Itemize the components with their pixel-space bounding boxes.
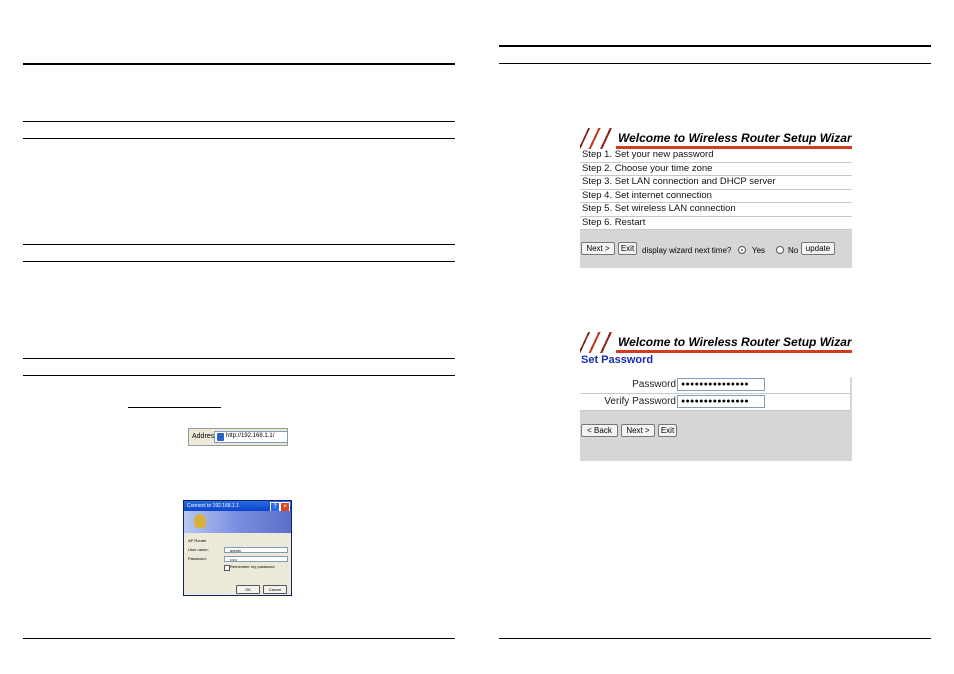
password-row: Password ●●●●●●●●●●●●●●●: [580, 377, 850, 394]
password-value: ●●●●●●●●●●●●●●●: [681, 381, 749, 388]
login-dialog: Connect to 192.168.1.1 ? × AP Router Use…: [183, 500, 292, 596]
left-header-rule: [23, 63, 455, 65]
password-label: Password:: [188, 556, 207, 561]
section-rule-3b: [23, 375, 455, 376]
section-rule-2a: [23, 244, 455, 245]
set-password-title: Set Password: [580, 353, 852, 368]
right-header-rule-2: [499, 63, 931, 64]
address-input[interactable]: http://192.168.1.1/: [214, 431, 288, 443]
step-item: Step 5. Set wireless LAN connection: [580, 203, 852, 217]
exit-button[interactable]: Exit: [658, 424, 677, 437]
banner-art-icon: [580, 128, 616, 149]
step-item: Step 3. Set LAN connection and DHCP serv…: [580, 176, 852, 190]
dialog-titlebar: Connect to 192.168.1.1 ? ×: [184, 501, 291, 512]
no-radio[interactable]: [776, 246, 784, 254]
right-header-rule: [499, 45, 931, 47]
yes-radio[interactable]: [738, 246, 746, 254]
banner-art-icon: [580, 332, 616, 353]
username-label: User name:: [188, 547, 209, 552]
left-footer-rule: [23, 638, 455, 639]
steps-list: Step 1. Set your new password Step 2. Ch…: [580, 149, 852, 230]
step-item: Step 6. Restart: [580, 217, 852, 230]
dialog-banner: [184, 511, 291, 533]
remember-label: Remember my password: [230, 564, 275, 569]
password-value: •••••: [230, 557, 238, 562]
verify-password-row: Verify Password ●●●●●●●●●●●●●●●: [580, 394, 850, 411]
section-rule-2b: [23, 261, 455, 262]
wizard-title: Welcome to Wireless Router Setup Wizard: [618, 131, 852, 145]
back-button[interactable]: < Back: [581, 424, 618, 437]
dialog-title: Connect to 192.168.1.1: [187, 503, 239, 509]
section-rule-1a: [23, 121, 455, 122]
step-item: Step 2. Choose your time zone: [580, 163, 852, 176]
verify-password-value: ●●●●●●●●●●●●●●●: [681, 398, 749, 405]
next-button[interactable]: Next >: [621, 424, 655, 437]
header-bar: [616, 350, 852, 353]
verify-password-label: Verify Password: [604, 396, 676, 407]
spacer: [580, 367, 852, 377]
display-wizard-prompt: display wizard next time?: [642, 246, 732, 255]
section-rule-1b: [23, 138, 455, 139]
next-button[interactable]: Next >: [581, 242, 615, 255]
password-field[interactable]: •••••: [224, 556, 288, 562]
ie-page-icon: [217, 433, 224, 441]
password-input[interactable]: ●●●●●●●●●●●●●●●: [677, 378, 765, 391]
wizard-steps-panel: Welcome to Wireless Router Setup Wizard …: [580, 128, 852, 268]
wizard-header: Welcome to Wireless Router Setup Wizard: [580, 128, 852, 149]
header-bar: [616, 146, 852, 149]
update-button[interactable]: update: [801, 242, 835, 255]
dialog-realm: AP Router: [188, 538, 207, 543]
yes-label: Yes: [752, 246, 766, 255]
wizard-password-panel: Welcome to Wireless Router Setup Wizard …: [580, 332, 852, 461]
keys-icon: [194, 514, 206, 528]
cancel-button[interactable]: Cancel: [263, 585, 287, 594]
wizard-header: Welcome to Wireless Router Setup Wizard: [580, 332, 852, 353]
section-rule-3a: [23, 358, 455, 359]
exit-button[interactable]: Exit: [618, 242, 637, 255]
address-bar: Address http://192.168.1.1/: [188, 428, 288, 446]
password-label: Password: [632, 379, 676, 390]
verify-password-input[interactable]: ●●●●●●●●●●●●●●●: [677, 395, 765, 408]
right-footer-rule: [499, 638, 931, 639]
address-url: http://192.168.1.1/: [226, 433, 275, 439]
step-item: Step 4. Set internet connection: [580, 190, 852, 203]
wizard-title: Welcome to Wireless Router Setup Wizard: [618, 335, 852, 349]
ok-button[interactable]: OK: [236, 585, 260, 594]
underline-link: [128, 407, 221, 408]
username-value: admin: [230, 548, 241, 553]
no-label: No: [788, 246, 799, 255]
step-item: Step 1. Set your new password: [580, 149, 852, 163]
username-field[interactable]: admin: [224, 547, 288, 553]
